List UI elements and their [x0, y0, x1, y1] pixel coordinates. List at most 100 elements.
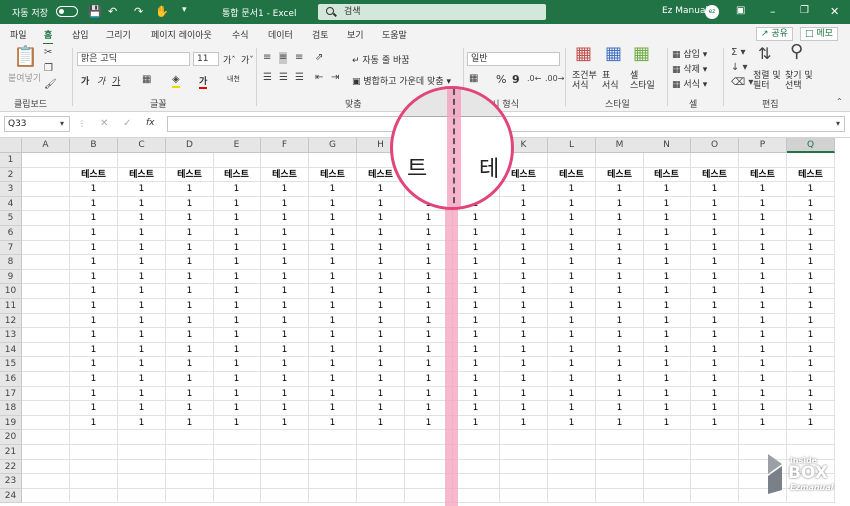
cell-g12[interactable]: 1 [309, 313, 357, 329]
cell-e7[interactable]: 1 [213, 240, 261, 256]
cell-g22[interactable] [309, 459, 357, 475]
cell-l16[interactable]: 1 [548, 372, 596, 387]
cell-d6[interactable]: 1 [166, 226, 214, 241]
cell-g7[interactable]: 1 [309, 240, 357, 256]
cell-d12[interactable]: 1 [166, 313, 214, 329]
row-header-5[interactable]: 5 [0, 211, 22, 226]
cell-j19[interactable]: 1 [452, 415, 500, 431]
cell-o14[interactable]: 1 [691, 342, 739, 358]
cell-n12[interactable]: 1 [643, 313, 691, 329]
column-header-c[interactable]: C [118, 138, 166, 153]
cell-g18[interactable]: 1 [309, 401, 357, 416]
cell-o4[interactable]: 1 [691, 196, 739, 212]
cell-j23[interactable] [452, 474, 500, 489]
column-header-b[interactable]: B [70, 138, 118, 153]
cell-k17[interactable]: 1 [500, 386, 548, 402]
cell-q1[interactable] [787, 153, 835, 168]
currency-icon[interactable]: ▦ [469, 73, 478, 85]
cell-a15[interactable] [22, 357, 70, 372]
cell-d10[interactable]: 1 [166, 284, 214, 299]
select-all-corner[interactable] [0, 138, 22, 153]
row-header-13[interactable]: 13 [0, 328, 22, 343]
cell-j5[interactable]: 1 [452, 211, 500, 226]
cell-b11[interactable]: 1 [70, 299, 118, 314]
cell-a11[interactable] [22, 299, 70, 314]
cell-l2[interactable]: 테스트 [548, 167, 596, 183]
column-header-g[interactable]: G [309, 138, 357, 153]
cell-h24[interactable] [357, 488, 405, 504]
cell-b12[interactable]: 1 [70, 313, 118, 329]
cell-e22[interactable] [213, 459, 261, 475]
tab-data[interactable]: 데이터 [268, 28, 293, 41]
cell-p20[interactable] [739, 430, 787, 445]
collapse-ribbon-icon[interactable]: ⌃ [836, 96, 843, 108]
cell-n24[interactable] [643, 488, 691, 504]
cell-m12[interactable]: 1 [596, 313, 644, 329]
cell-f20[interactable] [261, 430, 309, 445]
row-header-17[interactable]: 17 [0, 386, 22, 402]
cell-d20[interactable] [166, 430, 214, 445]
cell-d22[interactable] [166, 459, 214, 475]
cell-p11[interactable]: 1 [739, 299, 787, 314]
cell-n14[interactable]: 1 [643, 342, 691, 358]
cell-b17[interactable]: 1 [70, 386, 118, 402]
cell-q19[interactable]: 1 [787, 415, 835, 431]
cell-b14[interactable]: 1 [70, 342, 118, 358]
cell-p1[interactable] [739, 153, 787, 168]
cell-g2[interactable]: 테스트 [309, 167, 357, 183]
cell-g20[interactable] [309, 430, 357, 445]
row-header-16[interactable]: 16 [0, 372, 22, 387]
cell-c8[interactable]: 1 [118, 255, 166, 270]
cell-a21[interactable] [22, 445, 70, 460]
cell-g15[interactable]: 1 [309, 357, 357, 372]
row-header-7[interactable]: 7 [0, 240, 22, 256]
cell-j9[interactable]: 1 [452, 269, 500, 285]
find-select-icon[interactable]: ⚲ [790, 43, 803, 61]
tab-help[interactable]: 도움말 [382, 28, 407, 41]
cell-l13[interactable]: 1 [548, 328, 596, 343]
cell-k4[interactable]: 1 [500, 196, 548, 212]
cut-icon[interactable]: ✂ [44, 47, 52, 59]
column-header-l[interactable]: L [548, 138, 596, 153]
cell-o11[interactable]: 1 [691, 299, 739, 314]
cell-p14[interactable]: 1 [739, 342, 787, 358]
cell-d2[interactable]: 테스트 [166, 167, 214, 183]
cell-b7[interactable]: 1 [70, 240, 118, 256]
cell-e23[interactable] [213, 474, 261, 489]
cell-k23[interactable] [500, 474, 548, 489]
cell-o1[interactable] [691, 153, 739, 168]
cell-n3[interactable]: 1 [643, 182, 691, 197]
cell-n6[interactable]: 1 [643, 226, 691, 241]
cell-n21[interactable] [643, 445, 691, 460]
cell-f2[interactable]: 테스트 [261, 167, 309, 183]
cell-l14[interactable]: 1 [548, 342, 596, 358]
cell-o5[interactable]: 1 [691, 211, 739, 226]
fill-color-icon[interactable]: ◈ [172, 74, 180, 88]
align-bottom-icon[interactable]: ≡ [295, 52, 303, 64]
underline-button[interactable]: 가 [112, 74, 120, 87]
cell-n4[interactable]: 1 [643, 196, 691, 212]
cell-f21[interactable] [261, 445, 309, 460]
cell-l3[interactable]: 1 [548, 182, 596, 197]
cell-g13[interactable]: 1 [309, 328, 357, 343]
cell-f1[interactable] [261, 153, 309, 168]
cell-f19[interactable]: 1 [261, 415, 309, 431]
cell-c20[interactable] [118, 430, 166, 445]
wrap-text-button[interactable]: ↵ 자동 줄 바꿈 [352, 53, 410, 66]
cell-f10[interactable]: 1 [261, 284, 309, 299]
row-header-18[interactable]: 18 [0, 401, 22, 416]
cell-q15[interactable]: 1 [787, 357, 835, 372]
cell-q2[interactable]: 테스트 [787, 167, 835, 183]
cell-o6[interactable]: 1 [691, 226, 739, 241]
cell-g24[interactable] [309, 488, 357, 504]
cell-f5[interactable]: 1 [261, 211, 309, 226]
cell-b15[interactable]: 1 [70, 357, 118, 372]
cell-d16[interactable]: 1 [166, 372, 214, 387]
cell-g9[interactable]: 1 [309, 269, 357, 285]
cell-e12[interactable]: 1 [213, 313, 261, 329]
cell-c11[interactable]: 1 [118, 299, 166, 314]
cell-f9[interactable]: 1 [261, 269, 309, 285]
cell-f22[interactable] [261, 459, 309, 475]
cell-j14[interactable]: 1 [452, 342, 500, 358]
align-right-icon[interactable]: ☰ [295, 72, 304, 84]
